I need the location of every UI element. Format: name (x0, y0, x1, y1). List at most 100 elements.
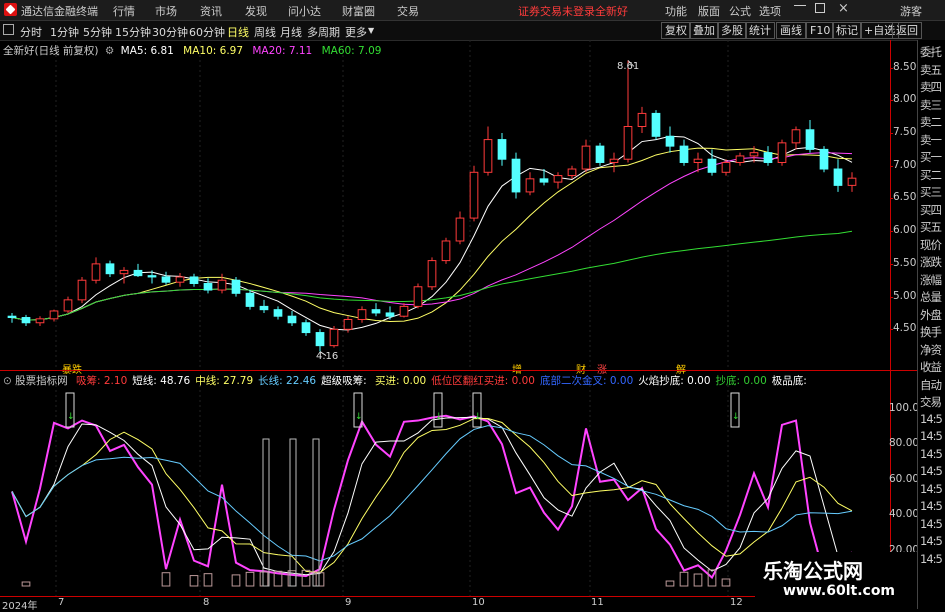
period-15min[interactable]: 15分钟 (115, 24, 151, 40)
minimize-icon[interactable] (794, 5, 806, 6)
period-weekly[interactable]: 周线 (254, 24, 276, 40)
candle-body (329, 328, 339, 347)
price-tick (890, 231, 893, 233)
candle-body (273, 309, 283, 317)
period-fenshi[interactable]: 分时 (20, 24, 42, 40)
close-icon[interactable]: × (838, 1, 849, 16)
title-bar: 通达信金融终端 行情 市场 资讯 发现 问小达 财富圈 交易 证券交易未登录 全… (0, 0, 945, 21)
stats-button[interactable]: 统计 (745, 22, 775, 39)
side-panel-label: 涨跌 (920, 255, 942, 269)
candle-body (497, 139, 507, 160)
guest-label[interactable]: 游客 (900, 3, 922, 19)
maximize-icon[interactable] (815, 3, 825, 13)
indicator-tick-label: 60.00 (889, 472, 920, 485)
menu-shichang[interactable]: 市场 (155, 3, 177, 19)
price-tick-label: 6.00 (893, 224, 917, 237)
period-monthly[interactable]: 月线 (280, 24, 302, 40)
f10-button[interactable]: F10 (806, 22, 835, 39)
side-panel-label: 买三 (920, 185, 942, 199)
period-60min[interactable]: 60分钟 (189, 24, 225, 40)
fuquan-button[interactable]: 复权 (661, 22, 691, 39)
side-panel-label: 涨幅 (920, 272, 942, 287)
side-panel-label: 14:5 (920, 429, 943, 443)
menu-caifuquan[interactable]: 财富圈 (342, 3, 375, 19)
ma5-value: MA5: 6.81 (120, 45, 174, 57)
candle-body (679, 145, 689, 163)
menu-hangqing[interactable]: 行情 (113, 3, 135, 19)
month-label-10: 10 (472, 597, 485, 608)
menu-zixun[interactable]: 资讯 (200, 3, 222, 19)
multi-stock-button[interactable]: 多股 (717, 22, 747, 39)
login-notice[interactable]: 证券交易未登录 (518, 3, 595, 19)
indicator-legend-item: 火焰抄底: 0.00 (638, 375, 711, 387)
month-label-9: 9 (345, 597, 352, 608)
quote-side-panel: 委托 卖五 卖四 卖三 卖二 卖一 买一 买二 买三 买四 买五 现价 涨跌 涨幅 总量 外盘 换手 净资 收益 自动… (917, 40, 945, 609)
indicator-tick-label: 40.00 (889, 508, 920, 521)
price-tick-label: 7.50 (893, 126, 917, 139)
candle-body (91, 263, 101, 281)
menu-gongneng[interactable]: 功能 (665, 3, 687, 19)
side-panel-label: 14:5 (920, 534, 943, 548)
side-panel-label: 卖三 (920, 97, 942, 112)
price-tick-label: 6.50 (893, 191, 917, 204)
side-panel-label: 14:5 (920, 411, 943, 426)
candle-body (7, 315, 17, 319)
buy-arrow-icon: ↓ (474, 412, 482, 422)
price-chart[interactable]: 全新好(日线 前复权) ⚙ MA5: 6.81 MA10: 6.97 MA20:… (0, 40, 890, 376)
indicator-legend-item: 超级吸筹: (321, 375, 370, 387)
draw-line-button[interactable]: 画线 (776, 22, 806, 39)
indicator-name[interactable]: 股票指标网 (15, 375, 68, 387)
period-multi[interactable]: 多周期 (307, 24, 340, 40)
candle-body (161, 276, 171, 283)
accumulation-bar (665, 580, 675, 587)
y-axis-panel: 8.50 8.00 7.50 7.00 6.50 6.00 5.50 5.00 4.50 100.… (889, 40, 926, 609)
candle-body (847, 177, 857, 186)
candle-body (133, 269, 143, 277)
settings-gear-icon[interactable]: ⚙ (105, 45, 114, 57)
candle-body (175, 276, 185, 283)
period-daily[interactable]: 日线 (227, 24, 249, 40)
menu-gongshi[interactable]: 公式 (729, 3, 751, 19)
price-tick-label: 7.00 (893, 158, 917, 171)
menu-jiaoyi[interactable]: 交易 (397, 3, 419, 19)
ma10-value: MA10: 6.97 (183, 45, 244, 57)
back-button[interactable]: 返回 (892, 22, 922, 39)
side-panel-label[interactable]: 自动 (920, 377, 945, 393)
super-accumulation-bar (262, 438, 270, 587)
mark-button[interactable]: 标记 (832, 22, 862, 39)
candle-body (637, 112, 647, 127)
indicator-settings-icon[interactable]: ⊙ (3, 375, 12, 387)
candle-body (469, 171, 479, 219)
period-1min[interactable]: 1分钟 (50, 24, 79, 40)
price-tick (890, 165, 893, 167)
candle-body (567, 168, 577, 177)
accumulation-bar (259, 571, 269, 587)
candle-body (441, 240, 451, 262)
candle-body (581, 145, 591, 170)
period-30min[interactable]: 30分钟 (152, 24, 188, 40)
candle-body (749, 152, 759, 157)
candle-body (63, 299, 73, 312)
candle-body (623, 126, 633, 160)
candle-body (833, 168, 843, 186)
price-tick (890, 329, 893, 331)
candle-body (553, 175, 563, 183)
overlay-button[interactable]: 叠加 (689, 22, 719, 39)
menu-faxian[interactable]: 发现 (245, 3, 267, 19)
menu-wenxiaoda[interactable]: 问小达 (288, 3, 321, 19)
layout-toggle-icon[interactable] (3, 24, 14, 35)
period-more[interactable]: 更多 (345, 24, 367, 40)
app-title: 通达信金融终端 (21, 5, 98, 18)
year-label: 2024年 (2, 601, 38, 612)
menu-xuanxiang[interactable]: 选项 (759, 3, 781, 19)
period-5min[interactable]: 5分钟 (83, 24, 112, 40)
chevron-down-icon[interactable]: ▼ (368, 26, 374, 35)
super-accumulation-bar (312, 438, 320, 587)
candle-body (385, 312, 395, 317)
side-panel-label[interactable]: 交易 (920, 394, 945, 410)
chart-title: 全新好(日线 前复权) (3, 45, 99, 57)
candle-body (511, 158, 521, 193)
price-tick-label: 8.50 (893, 60, 917, 73)
indicator-legend-item: 长线: 22.46 (258, 375, 317, 387)
menu-banmian[interactable]: 版面 (698, 3, 720, 19)
